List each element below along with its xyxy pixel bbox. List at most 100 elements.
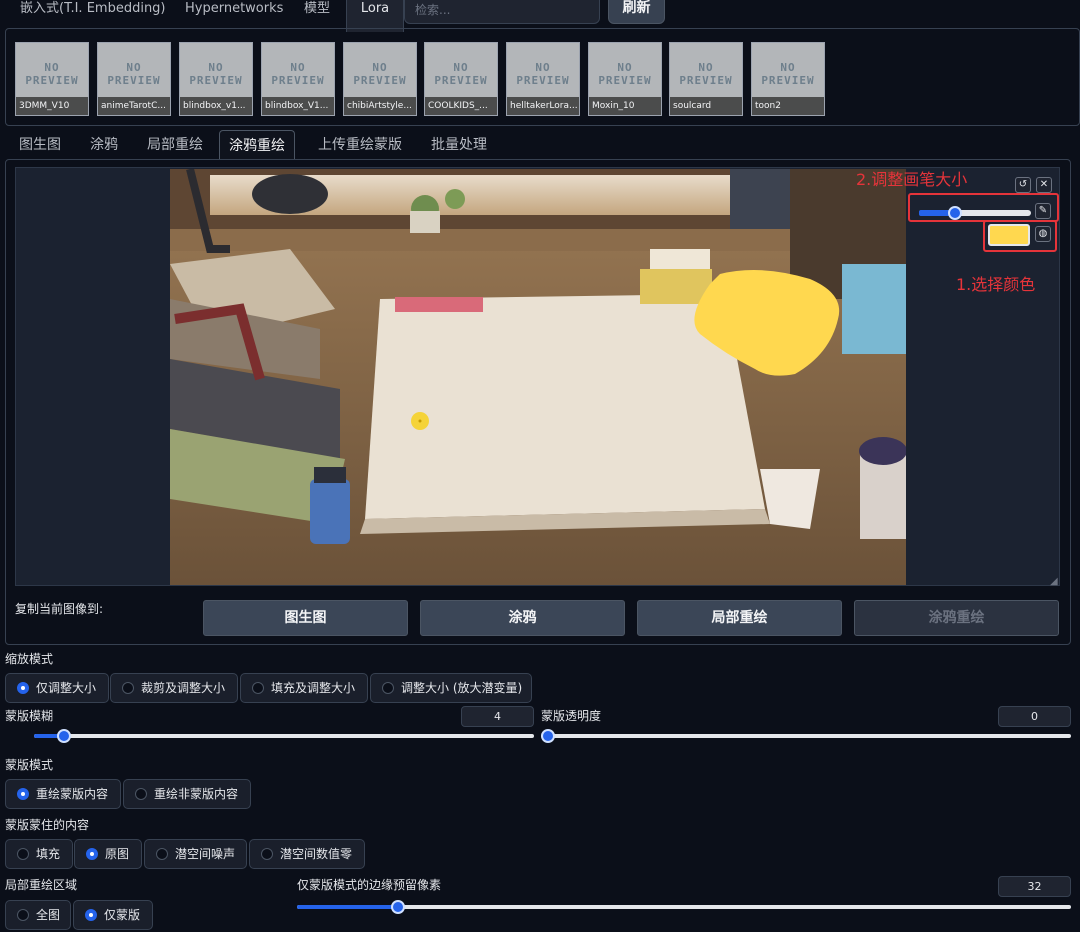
- no-preview-placeholder: NO PREVIEW: [271, 61, 325, 87]
- lora-card-name: chibiArtstyle...: [344, 97, 416, 115]
- brush-size-slider[interactable]: [919, 206, 1031, 220]
- radio-dot: [17, 909, 29, 921]
- send-to-inpaint-button[interactable]: 局部重绘: [637, 600, 842, 636]
- lora-card-name: Moxin_10: [589, 97, 661, 115]
- no-preview-placeholder: NO PREVIEW: [107, 61, 161, 87]
- lora-card[interactable]: NO PREVIEW helltakerLora...: [506, 42, 580, 116]
- radio-dot: [382, 682, 394, 694]
- lora-card[interactable]: NO PREVIEW COOLKIDS_...: [424, 42, 498, 116]
- lora-card[interactable]: NO PREVIEW blindbox_V1...: [261, 42, 335, 116]
- no-preview-placeholder: NO PREVIEW: [679, 61, 733, 87]
- mask-blur-input[interactable]: 4: [461, 706, 534, 727]
- lora-card[interactable]: NO PREVIEW chibiArtstyle...: [343, 42, 417, 116]
- tab-model[interactable]: 模型: [300, 0, 334, 26]
- resize-mode-option-just-resize[interactable]: 仅调整大小: [5, 673, 109, 703]
- sketch-canvas-image[interactable]: [170, 169, 906, 585]
- lora-card[interactable]: NO PREVIEW animeTarotC...: [97, 42, 171, 116]
- mask-alpha-input[interactable]: 0: [998, 706, 1071, 727]
- radio-dot: [135, 788, 147, 800]
- mask-alpha-label: 蒙版透明度: [541, 709, 602, 723]
- tab-sketch[interactable]: 涂鸦: [81, 130, 127, 160]
- lora-card-name: soulcard: [670, 97, 742, 115]
- radio-label: 全图: [36, 908, 61, 922]
- copy-to-label: 复制当前图像到:: [15, 602, 104, 616]
- tab-inpaint-upload[interactable]: 上传重绘蒙版: [309, 130, 411, 160]
- send-to-inpaint-sketch-button: 涂鸦重绘: [854, 600, 1059, 636]
- lora-card-name: blindbox_V1...: [262, 97, 334, 115]
- radio-dot: [17, 788, 29, 800]
- tab-inpaint-sketch[interactable]: 涂鸦重绘: [219, 130, 295, 160]
- send-to-sketch-button[interactable]: 涂鸦: [420, 600, 625, 636]
- close-icon[interactable]: ✕: [1036, 177, 1052, 193]
- radio-label: 潜空间数值零: [280, 847, 353, 861]
- mask-blur-slider[interactable]: [34, 729, 534, 743]
- padding-input[interactable]: 32: [998, 876, 1071, 897]
- send-to-img2img-button[interactable]: 图生图: [203, 600, 408, 636]
- brush-color-swatch[interactable]: [988, 224, 1030, 246]
- mask-blur-thumb[interactable]: [57, 729, 71, 743]
- lora-card[interactable]: NO PREVIEW soulcard: [669, 42, 743, 116]
- radio-dot: [252, 682, 264, 694]
- no-preview-placeholder: NO PREVIEW: [598, 61, 652, 87]
- masked-content-option-latent-nothing[interactable]: 潜空间数值零: [249, 839, 365, 869]
- inpaint-area-option-only-masked[interactable]: 仅蒙版: [73, 900, 153, 930]
- radio-dot: [86, 848, 98, 860]
- radio-label: 原图: [105, 847, 130, 861]
- radio-label: 填充及调整大小: [271, 681, 356, 695]
- radio-label: 仅蒙版: [104, 908, 141, 922]
- masked-content-option-original[interactable]: 原图: [74, 839, 142, 869]
- lora-card[interactable]: NO PREVIEW toon2: [751, 42, 825, 116]
- mask-mode-option-inpaint-masked[interactable]: 重绘蒙版内容: [5, 779, 121, 809]
- brush-size-thumb[interactable]: [947, 206, 962, 220]
- padding-thumb[interactable]: [390, 900, 405, 914]
- undo-icon[interactable]: ↺: [1015, 177, 1031, 193]
- lora-card[interactable]: NO PREVIEW blindbox_v1...: [179, 42, 253, 116]
- resize-mode-option-latent[interactable]: 调整大小 (放大潜变量): [370, 673, 532, 703]
- radio-label: 填充: [36, 847, 61, 861]
- tab-img2img[interactable]: 图生图: [10, 130, 70, 160]
- radio-dot: [122, 682, 134, 694]
- resize-handle-icon[interactable]: ◢: [1050, 576, 1058, 587]
- radio-dot: [156, 848, 168, 860]
- mask-blur-label: 蒙版模糊: [5, 709, 54, 723]
- masked-content-option-latent-noise[interactable]: 潜空间噪声: [144, 839, 247, 869]
- radio-dot: [261, 848, 273, 860]
- refresh-button[interactable]: 刷新: [608, 0, 665, 24]
- brush-icon[interactable]: ✎: [1035, 203, 1051, 219]
- radio-label: 重绘非蒙版内容: [154, 787, 239, 801]
- annotation-brush-size: 2.调整画笔大小: [856, 170, 968, 189]
- padding-fill: [297, 905, 398, 909]
- lora-card[interactable]: NO PREVIEW 3DMM_V10: [15, 42, 89, 116]
- radio-label: 仅调整大小: [36, 681, 97, 695]
- radio-label: 裁剪及调整大小: [141, 681, 226, 695]
- tab-batch[interactable]: 批量处理: [422, 130, 496, 160]
- lora-card-name: blindbox_v1...: [180, 97, 252, 115]
- mask-mode-label: 蒙版模式: [5, 758, 54, 772]
- tab-embedding[interactable]: 嵌入式(T.I. Embedding): [16, 0, 170, 26]
- masked-content-option-fill[interactable]: 填充: [5, 839, 73, 869]
- no-preview-placeholder: NO PREVIEW: [434, 61, 488, 87]
- resize-mode-label: 缩放模式: [5, 652, 54, 666]
- resize-mode-option-fill[interactable]: 填充及调整大小: [240, 673, 368, 703]
- inpaint-area-option-whole[interactable]: 全图: [5, 900, 71, 930]
- tab-inpaint[interactable]: 局部重绘: [138, 130, 212, 160]
- mask-alpha-thumb[interactable]: [541, 729, 555, 743]
- palette-icon[interactable]: ◍: [1035, 226, 1051, 242]
- resize-mode-option-crop[interactable]: 裁剪及调整大小: [110, 673, 238, 703]
- annotation-select-color: 1.选择颜色: [956, 275, 1036, 294]
- mask-mode-option-inpaint-not-masked[interactable]: 重绘非蒙版内容: [123, 779, 251, 809]
- no-preview-placeholder: NO PREVIEW: [189, 61, 243, 87]
- radio-label: 调整大小 (放大潜变量): [401, 681, 523, 695]
- lora-card-name: animeTarotC...: [98, 97, 170, 115]
- lora-card-name: toon2: [752, 97, 824, 115]
- no-preview-placeholder: NO PREVIEW: [516, 61, 570, 87]
- no-preview-placeholder: NO PREVIEW: [25, 61, 79, 87]
- no-preview-placeholder: NO PREVIEW: [353, 61, 407, 87]
- mask-alpha-slider[interactable]: [541, 729, 1071, 743]
- tab-hypernetworks[interactable]: Hypernetworks: [181, 0, 287, 26]
- search-input[interactable]: 检索...: [404, 0, 600, 24]
- lora-card-name: helltakerLora...: [507, 97, 579, 115]
- padding-slider[interactable]: [297, 900, 1071, 914]
- no-preview-placeholder: NO PREVIEW: [761, 61, 815, 87]
- lora-card[interactable]: NO PREVIEW Moxin_10: [588, 42, 662, 116]
